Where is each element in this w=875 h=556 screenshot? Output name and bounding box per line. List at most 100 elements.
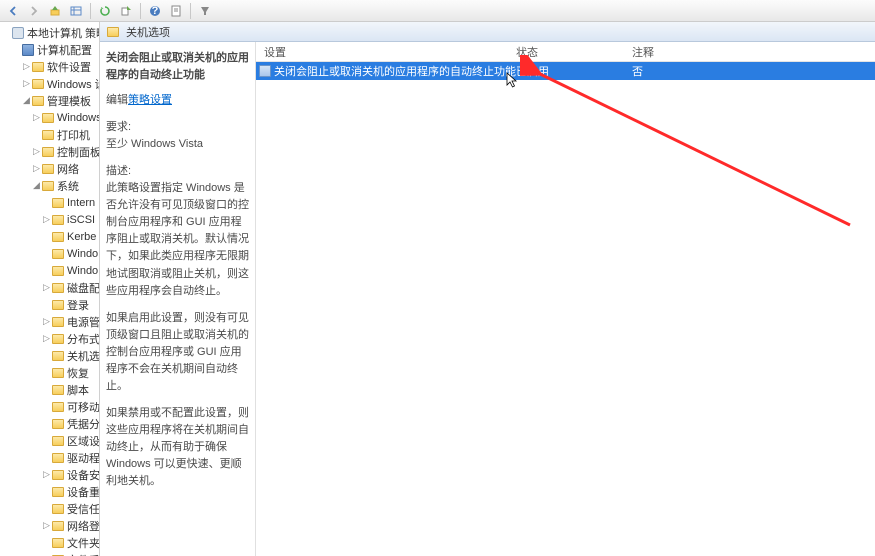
tree-item[interactable]: 区域设 <box>0 432 99 449</box>
tree-item[interactable]: 设备重 <box>0 483 99 500</box>
tree-item[interactable]: 本地计算机 策略 <box>0 24 99 41</box>
expand-twisty[interactable]: ▷ <box>32 112 41 123</box>
expand-twisty[interactable]: ▷ <box>42 316 51 327</box>
tree-item[interactable]: Kerbe <box>0 228 99 245</box>
tree-item[interactable]: ▷分布式 <box>0 330 99 347</box>
folder-icon <box>51 553 65 556</box>
views-button[interactable] <box>67 2 85 20</box>
tree-item-label: Windo <box>67 248 98 260</box>
expand-twisty[interactable]: ▷ <box>22 78 31 89</box>
column-headers: 设置 状态 注释 <box>256 42 875 62</box>
policy-list-pane: 设置 状态 注释 关闭会阻止或取消关机的应用程序的自动终止功能已启用否 <box>256 42 875 556</box>
tree-item-label: 磁盘配 <box>67 280 100 296</box>
properties-button[interactable] <box>167 2 185 20</box>
cell-setting: 关闭会阻止或取消关机的应用程序的自动终止功能 <box>274 63 516 79</box>
tree-item-label: Windo <box>67 265 98 277</box>
tree-item[interactable]: ▷网络登 <box>0 517 99 534</box>
tree-item-label: 网络 <box>57 161 79 177</box>
expand-twisty[interactable]: ▷ <box>42 333 51 344</box>
cell-comment: 否 <box>632 63 875 79</box>
tree-item[interactable]: 打印机 <box>0 126 99 143</box>
tree-item-label: 凭据分 <box>67 416 100 432</box>
expand-twisty[interactable]: ▷ <box>22 61 31 72</box>
folder-icon <box>51 400 65 414</box>
expand-twisty[interactable]: ▷ <box>32 163 41 174</box>
folder-icon <box>51 536 65 550</box>
expand-twisty[interactable]: ▷ <box>32 146 41 157</box>
tree-item[interactable]: 关机选 <box>0 347 99 364</box>
tree-item[interactable]: ▷iSCSI <box>0 211 99 228</box>
selected-policy-title: 关闭会阻止或取消关机的应用程序的自动终止功能 <box>106 50 249 84</box>
tree-item[interactable]: ▷软件设置 <box>0 58 99 75</box>
policy-row[interactable]: 关闭会阻止或取消关机的应用程序的自动终止功能已启用否 <box>256 62 875 80</box>
toolbar-separator <box>90 3 91 19</box>
folder-icon <box>41 128 55 142</box>
content-area: 关机选项 关闭会阻止或取消关机的应用程序的自动终止功能 编辑策略设置 要求: 至… <box>100 22 875 556</box>
tree-item[interactable]: ▷Windows <box>0 109 99 126</box>
folder-icon <box>51 383 65 397</box>
cell-state: 已启用 <box>516 63 632 79</box>
up-button[interactable] <box>46 2 64 20</box>
toolbar-separator <box>190 3 191 19</box>
back-button[interactable] <box>4 2 22 20</box>
forward-button[interactable] <box>25 2 43 20</box>
tree-item-label: 系统 <box>57 178 79 194</box>
tree-item[interactable]: Windo <box>0 262 99 279</box>
refresh-button[interactable] <box>96 2 114 20</box>
description-paragraph-1: 此策略设置指定 Windows 是否允许没有可见顶级窗口的控制台应用程序和 GU… <box>106 180 249 299</box>
tree-item-label: 计算机配置 <box>37 42 92 58</box>
tree-item[interactable]: ▷ 网络 <box>0 160 99 177</box>
tree-item[interactable]: 驱动程 <box>0 449 99 466</box>
tree-item[interactable]: ◢管理模板 <box>0 92 99 109</box>
expand-twisty[interactable]: ▷ <box>42 469 51 480</box>
tree-item[interactable]: 脚本 <box>0 381 99 398</box>
tree-item-label: 打印机 <box>57 127 90 143</box>
tree-item[interactable]: ▷ Windows 设 <box>0 75 99 92</box>
folder-icon <box>41 145 55 159</box>
tree-item[interactable]: Windo <box>0 245 99 262</box>
tree-item[interactable]: Intern <box>0 194 99 211</box>
tree-item[interactable]: 计算机配置 <box>0 41 99 58</box>
tree-item[interactable]: ◢ 系统 <box>0 177 99 194</box>
expand-twisty[interactable]: ◢ <box>32 180 41 191</box>
requirements-value: 至少 Windows Vista <box>106 136 249 153</box>
tree-item[interactable]: ▷ 磁盘配 <box>0 279 99 296</box>
tree-item[interactable]: 文件夹 <box>0 534 99 551</box>
export-button[interactable] <box>117 2 135 20</box>
tree-item-label: 驱动程 <box>67 450 100 466</box>
tree-item-label: Windows 设 <box>47 76 100 92</box>
help-button[interactable]: ? <box>146 2 164 20</box>
folder-icon <box>51 213 65 227</box>
content-title: 关机选项 <box>126 24 170 40</box>
expand-twisty[interactable]: ▷ <box>42 520 51 531</box>
filter-button[interactable] <box>196 2 214 20</box>
column-state[interactable]: 状态 <box>516 44 632 60</box>
folder-icon <box>51 247 65 261</box>
tree-item-label: 控制面板 <box>57 144 100 160</box>
tree-item[interactable]: 登录 <box>0 296 99 313</box>
expand-twisty[interactable]: ◢ <box>22 95 31 106</box>
tree-item[interactable]: 可移动 <box>0 398 99 415</box>
tree-item-label: 电源管 <box>67 314 100 330</box>
tree-item-label: 本地计算机 策略 <box>27 25 100 41</box>
tree-item[interactable]: ▷ 控制面板 <box>0 143 99 160</box>
tree-item[interactable]: 凭据分 <box>0 415 99 432</box>
tree-item[interactable]: ▷ 电源管 <box>0 313 99 330</box>
edit-policy-link[interactable]: 策略设置 <box>128 94 172 106</box>
folder-icon <box>41 162 55 176</box>
folder-icon <box>51 485 65 499</box>
folder-open-icon <box>31 94 45 108</box>
tree-item-label: Intern <box>67 197 95 209</box>
folder-icon <box>41 111 55 125</box>
expand-twisty[interactable]: ▷ <box>42 282 51 293</box>
expand-twisty[interactable]: ▷ <box>42 214 51 225</box>
folder-icon <box>51 298 65 312</box>
column-comment[interactable]: 注释 <box>632 44 875 60</box>
column-setting[interactable]: 设置 <box>256 44 516 60</box>
folder-icon <box>31 77 45 91</box>
tree-item[interactable]: ▷文件系 <box>0 551 99 556</box>
tree-item[interactable]: 受信任 <box>0 500 99 517</box>
tree-item[interactable]: ▷设备安 <box>0 466 99 483</box>
folder-icon <box>51 468 65 482</box>
tree-item[interactable]: 恢复 <box>0 364 99 381</box>
